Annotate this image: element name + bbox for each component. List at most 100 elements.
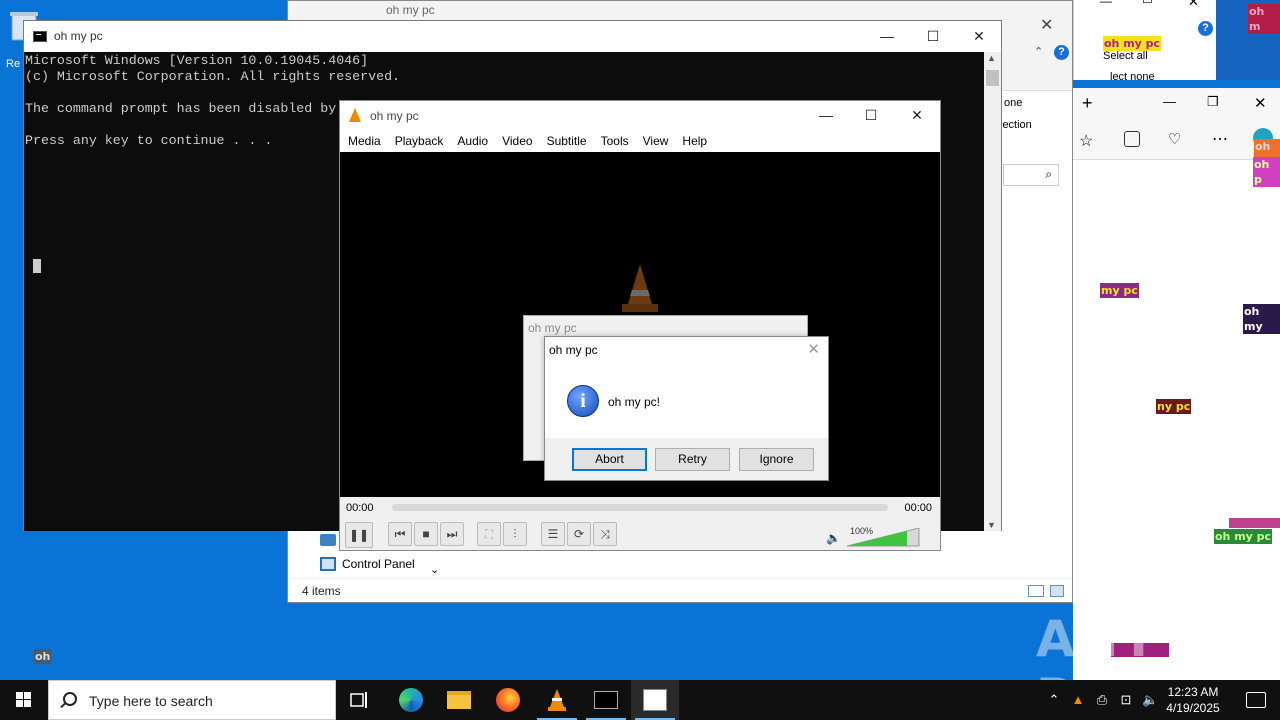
clock-time: 12:23 AM	[1167, 685, 1219, 699]
select-all-option[interactable]: Select all	[1103, 50, 1148, 62]
desktop-label-fragment: Re	[6, 58, 21, 70]
system-tray: ⌃ ▲ ⎙ ⊡ 🔈 12:23 AM 4/19/2025	[1040, 680, 1280, 720]
edge-titlebar: + — ❐ ✕	[1073, 88, 1280, 122]
explorer-close-icon[interactable]: ✕	[1040, 15, 1053, 35]
help-icon[interactable]: ?	[1198, 21, 1213, 36]
vlc-tray-icon[interactable]: ▲	[1070, 692, 1086, 708]
start-button[interactable]	[0, 680, 48, 720]
more-options-icon[interactable]: ⋯	[1212, 129, 1228, 149]
dialog-title: oh my pc	[528, 321, 577, 335]
vlc-titlebar[interactable]: oh my pc — ☐ ✕	[340, 101, 940, 130]
ignore-button[interactable]: Ignore	[739, 448, 814, 471]
vlc-cone-icon	[349, 108, 361, 122]
nav-control-panel[interactable]: Control Panel	[342, 557, 415, 571]
task-view-button[interactable]	[336, 680, 384, 720]
extended-settings-button[interactable]: ⫶	[503, 522, 527, 546]
explorer-ribbon-item[interactable]: one	[1004, 97, 1022, 109]
fullscreen-button[interactable]: ⛶	[477, 522, 501, 546]
favorites-icon[interactable]: ☆	[1079, 131, 1093, 151]
collections-icon[interactable]	[1124, 131, 1140, 147]
clock-date: 4/19/2025	[1166, 701, 1220, 715]
scroll-down-icon[interactable]: ▼	[987, 520, 996, 530]
select-none-option[interactable]: lect none	[1110, 71, 1155, 83]
cmd-titlebar[interactable]: oh my pc — ☐ ✕	[24, 21, 1001, 52]
clock[interactable]: 12:23 AM 4/19/2025	[1158, 684, 1228, 716]
next-button[interactable]: ⏭	[440, 522, 464, 546]
oh-my-pc-popup-tag: oh	[34, 649, 52, 664]
new-tab-icon[interactable]: +	[1082, 93, 1093, 114]
minimize-button[interactable]: —	[803, 101, 849, 130]
device-icon[interactable]: ⎙	[1094, 692, 1110, 708]
taskbar-vlc[interactable]	[533, 680, 581, 720]
menu-help[interactable]: Help	[675, 130, 714, 152]
scroll-up-icon[interactable]: ▲	[987, 53, 996, 63]
oh-my-pc-popup-tag: ny pc	[1156, 399, 1192, 414]
taskbar-cmd[interactable]	[582, 680, 630, 720]
minimize-icon[interactable]: —	[1163, 94, 1176, 109]
stop-button[interactable]: ■	[414, 522, 438, 546]
speaker-icon[interactable]: 🔈	[826, 531, 841, 545]
minimize-icon[interactable]: —	[1100, 0, 1112, 8]
close-button[interactable]: ✕	[956, 21, 1002, 52]
cmd-scrollbar[interactable]: ▲ ▼	[984, 52, 1001, 531]
volume-icon[interactable]: 🔈	[1142, 692, 1158, 708]
explorer-help-icon[interactable]: ?	[1054, 45, 1069, 60]
console-line: (c) Microsoft Corporation. All rights re…	[25, 69, 401, 84]
oh-my-pc-popup-tag: oh my pc	[1103, 36, 1162, 51]
pause-button[interactable]: ❚❚	[345, 522, 373, 548]
menu-video[interactable]: Video	[495, 130, 539, 152]
oh-my-pc-popup-tag: my pc	[1100, 283, 1139, 298]
edge-browser-window[interactable]: + — ❐ ✕ ☆ ♡ ⋯	[1073, 88, 1280, 680]
volume-slider[interactable]	[847, 528, 921, 547]
shuffle-button[interactable]: ⤨	[593, 522, 617, 546]
total-time: 00:00	[904, 502, 932, 514]
large-icons-view-icon[interactable]	[1050, 585, 1064, 597]
console-cursor	[33, 259, 41, 273]
dialog-button-bar: Abort Retry Ignore	[545, 438, 828, 480]
browser-essentials-icon[interactable]: ♡	[1168, 130, 1181, 148]
restore-icon[interactable]: ❐	[1207, 94, 1219, 110]
console-line: Microsoft Windows [Version 10.0.19045.40…	[25, 53, 369, 68]
menu-subtitle[interactable]: Subtitle	[540, 130, 594, 152]
menu-tools[interactable]: Tools	[594, 130, 636, 152]
menu-playback[interactable]: Playback	[388, 130, 451, 152]
cmd-title: oh my pc	[54, 29, 103, 43]
playlist-button[interactable]: ☰	[541, 522, 565, 546]
menu-media[interactable]: Media	[341, 130, 388, 152]
menu-audio[interactable]: Audio	[450, 130, 495, 152]
taskbar-edge[interactable]	[387, 680, 435, 720]
close-button[interactable]: ✕	[894, 101, 940, 130]
seek-bar[interactable]	[392, 504, 888, 511]
close-icon[interactable]: ✕	[1254, 94, 1267, 112]
edge-icon	[399, 688, 423, 712]
close-icon[interactable]: ✕	[807, 340, 820, 358]
maximize-icon[interactable]: ☐	[1142, 0, 1153, 6]
close-icon[interactable]: ✕	[1188, 0, 1199, 10]
explorer-ribbon-chevron-icon[interactable]: ⌃	[1034, 45, 1043, 58]
maximize-button[interactable]: ☐	[910, 21, 956, 52]
chevron-up-icon[interactable]: ⌃	[1046, 692, 1062, 708]
task-view-icon	[350, 692, 367, 708]
retry-button[interactable]: Retry	[655, 448, 730, 471]
explorer-search-box[interactable]: ⌕	[1003, 164, 1059, 186]
maximize-button[interactable]: ☐	[848, 101, 894, 130]
explorer-ribbon-item[interactable]: lection	[1000, 119, 1032, 131]
taskbar-file-explorer[interactable]	[435, 680, 483, 720]
network-icon[interactable]: ⊡	[1118, 692, 1134, 708]
nav-scroll-down-icon[interactable]: ⌄	[430, 563, 439, 576]
taskbar-search-box[interactable]: Type here to search	[48, 680, 336, 720]
minimize-button[interactable]: —	[864, 21, 910, 52]
menu-view[interactable]: View	[636, 130, 676, 152]
previous-button[interactable]: ⏮	[388, 522, 412, 546]
taskbar-message-box[interactable]	[631, 680, 679, 720]
loop-button[interactable]: ⟳	[567, 522, 591, 546]
message-box[interactable]: oh my pc ✕ i oh my pc! Abort Retry Ignor…	[544, 336, 829, 481]
scroll-thumb[interactable]	[986, 70, 999, 86]
seek-area: 00:00 00:00	[340, 497, 940, 517]
notifications-icon[interactable]	[1246, 692, 1266, 708]
details-view-icon[interactable]	[1028, 585, 1044, 597]
taskbar-firefox[interactable]	[484, 680, 532, 720]
abort-button[interactable]: Abort	[572, 448, 647, 471]
cmd-icon	[594, 691, 618, 709]
